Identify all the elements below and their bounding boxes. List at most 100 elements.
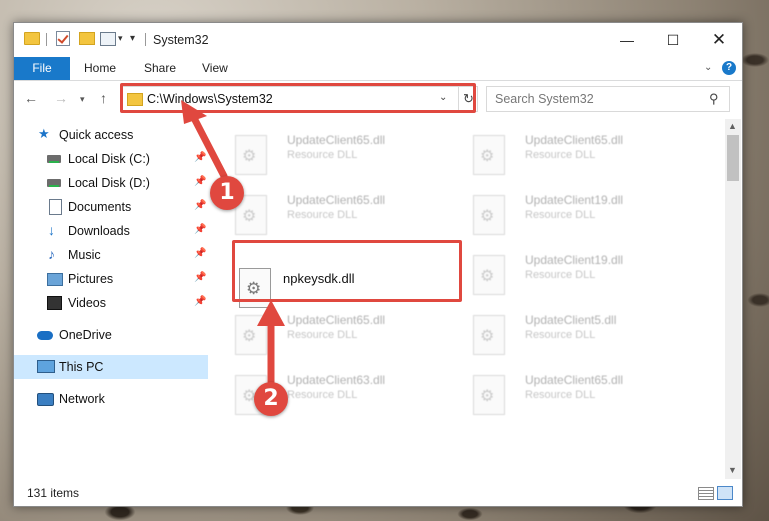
sidebar-item-videos[interactable]: Videos 📌 — [14, 291, 208, 315]
dll-file-icon — [235, 315, 267, 355]
search-box[interactable]: Search System32 ⚲ — [486, 86, 730, 112]
computer-icon — [37, 360, 55, 373]
file-name: UpdateClient65.dll — [525, 133, 624, 147]
sidebar-item-quick-access[interactable]: ★ Quick access — [14, 123, 208, 147]
sidebar-item-pictures[interactable]: Pictures 📌 — [14, 267, 208, 291]
pin-icon[interactable]: 📌 — [194, 272, 206, 283]
help-icon[interactable]: ? — [722, 61, 736, 75]
pin-icon[interactable]: 📌 — [194, 152, 206, 163]
file-type: Resource DLL — [525, 209, 596, 221]
tab-view[interactable]: View — [202, 57, 228, 80]
dll-file-icon — [235, 135, 267, 175]
sidebar-item-this-pc[interactable]: This PC — [14, 355, 208, 379]
pin-icon[interactable]: 📌 — [194, 248, 206, 259]
drive-icon — [47, 155, 61, 163]
sidebar-item-label: Downloads — [68, 224, 130, 238]
chevron-down-icon[interactable]: ▾ — [118, 33, 123, 44]
properties-check-icon[interactable] — [56, 31, 70, 46]
scroll-down-icon[interactable]: ▼ — [728, 465, 737, 475]
details-view-icon[interactable] — [698, 487, 714, 500]
tab-home[interactable]: Home — [84, 57, 116, 80]
pin-icon[interactable]: 📌 — [194, 296, 206, 307]
back-arrow-icon[interactable]: ← — [24, 90, 38, 106]
sidebar-item-label: Music — [68, 248, 101, 262]
list-item[interactable]: UpdateClient63.dll Resource DLL — [215, 367, 445, 421]
pictures-icon — [47, 273, 63, 286]
item-count: 131 items — [27, 486, 80, 500]
pin-icon[interactable]: 📌 — [194, 224, 206, 235]
maximize-button[interactable]: ☐ — [650, 23, 696, 57]
quick-access-toolbar-menu-icon[interactable]: ▾ — [130, 33, 135, 44]
list-item[interactable]: UpdateClient65.dll Resource DLL — [215, 307, 445, 361]
list-item[interactable]: UpdateClient65.dll Resource DLL — [215, 187, 445, 241]
documents-icon — [49, 199, 62, 215]
new-folder-icon[interactable] — [79, 32, 95, 45]
sidebar-item-local-disk-c[interactable]: Local Disk (C:) 📌 — [14, 147, 208, 171]
file-name: UpdateClient65.dll — [287, 193, 386, 207]
download-icon: ↓ — [48, 222, 55, 238]
recent-locations-icon[interactable]: ▾ — [80, 94, 85, 105]
file-type: Resource DLL — [287, 209, 358, 221]
tab-share[interactable]: Share — [144, 57, 176, 80]
title-bar: ▾ ▾ System32 — ☐ ✕ — [14, 23, 742, 57]
file-name: UpdateClient65.dll — [287, 133, 386, 147]
sidebar-item-label: Videos — [68, 296, 106, 310]
sidebar-item-label: Quick access — [59, 128, 134, 142]
file-highlight — [232, 240, 462, 302]
dll-file-icon — [473, 375, 505, 415]
cloud-icon — [37, 331, 53, 340]
file-name: UpdateClient65.dll — [525, 373, 624, 387]
large-icons-view-icon[interactable] — [717, 486, 733, 500]
pin-icon[interactable]: 📌 — [194, 200, 206, 211]
file-type: Resource DLL — [525, 149, 596, 161]
step-2-badge: 2 — [254, 382, 288, 416]
sidebar-item-local-disk-d[interactable]: Local Disk (D:) 📌 — [14, 171, 208, 195]
tab-file[interactable]: File — [14, 57, 70, 80]
minimize-button[interactable]: — — [604, 23, 650, 57]
vertical-scrollbar[interactable]: ▲ ▼ — [725, 119, 741, 479]
pin-icon[interactable]: 📌 — [194, 176, 206, 187]
dll-file-icon — [473, 315, 505, 355]
sidebar-item-downloads[interactable]: ↓ Downloads 📌 — [14, 219, 208, 243]
list-item[interactable]: UpdateClient65.dll Resource DLL — [453, 367, 683, 421]
star-icon: ★ — [38, 126, 50, 141]
divider — [46, 33, 47, 46]
sidebar-item-music[interactable]: ♪ Music 📌 — [14, 243, 208, 267]
drive-icon — [47, 179, 61, 187]
list-item[interactable]: UpdateClient65.dll Resource DLL — [453, 127, 683, 181]
customize-icon[interactable] — [100, 32, 116, 46]
divider — [145, 33, 146, 46]
file-name: UpdateClient63.dll — [287, 373, 386, 387]
dll-file-icon — [473, 255, 505, 295]
videos-icon — [47, 296, 62, 310]
dll-file-icon — [473, 135, 505, 175]
file-name: UpdateClient19.dll — [525, 253, 624, 267]
status-bar: 131 items — [14, 480, 742, 506]
scroll-up-icon[interactable]: ▲ — [728, 121, 737, 131]
music-icon: ♪ — [48, 246, 55, 262]
list-item[interactable]: UpdateClient5.dll Resource DLL — [453, 307, 683, 361]
sidebar-item-label: Network — [59, 392, 105, 406]
sidebar-item-network[interactable]: Network — [14, 387, 208, 411]
file-name: UpdateClient19.dll — [525, 193, 624, 207]
close-button[interactable]: ✕ — [696, 23, 742, 57]
navigation-pane: ★ Quick access Local Disk (C:) 📌 Local D… — [14, 119, 210, 479]
file-name: UpdateClient5.dll — [525, 313, 617, 327]
scrollbar-thumb[interactable] — [727, 135, 739, 181]
dll-file-icon — [473, 195, 505, 235]
sidebar-item-label: Local Disk (D:) — [68, 176, 150, 190]
expand-ribbon-icon[interactable]: ⌄ — [704, 62, 712, 73]
search-input[interactable]: Search System32 — [495, 92, 594, 106]
list-item[interactable]: UpdateClient19.dll Resource DLL — [453, 247, 683, 301]
list-item[interactable]: UpdateClient65.dll Resource DLL — [215, 127, 445, 181]
search-icon[interactable]: ⚲ — [709, 91, 719, 107]
sidebar-item-label: Local Disk (C:) — [68, 152, 150, 166]
list-item[interactable]: UpdateClient19.dll Resource DLL — [453, 187, 683, 241]
up-arrow-icon[interactable]: ↑ — [100, 90, 107, 106]
sidebar-item-onedrive[interactable]: OneDrive — [14, 323, 208, 347]
file-type: Resource DLL — [287, 389, 358, 401]
sidebar-item-documents[interactable]: Documents 📌 — [14, 195, 208, 219]
file-name: UpdateClient65.dll — [287, 313, 386, 327]
forward-arrow-icon[interactable]: → — [54, 90, 68, 106]
network-icon — [37, 393, 54, 406]
